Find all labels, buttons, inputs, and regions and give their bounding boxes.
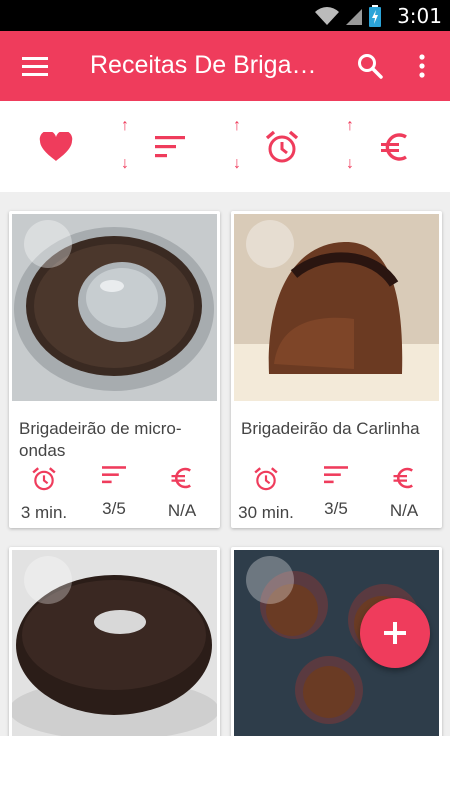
difficulty-stat: 3/5 <box>301 466 371 519</box>
search-button[interactable] <box>350 46 390 86</box>
sort-up-arrow[interactable]: ↑ <box>227 117 247 135</box>
sort-up-arrow[interactable]: ↑ <box>340 117 360 135</box>
alarm-clock-icon <box>32 467 56 491</box>
recipe-time: 3 min. <box>20 503 68 522</box>
menu-button[interactable] <box>14 45 56 87</box>
alarm-clock-icon <box>254 467 278 491</box>
plus-icon <box>384 622 406 644</box>
wifi-icon <box>315 7 339 25</box>
recipe-grid: Brigadeirão de micro-ondas 3 min. 3/5 N/… <box>0 192 450 800</box>
bottom-area <box>0 736 450 800</box>
recipe-card[interactable]: Brigadeirão de micro-ondas 3 min. 3/5 N/… <box>9 211 220 528</box>
sort-up-arrow[interactable]: ↑ <box>115 117 135 135</box>
status-icons <box>314 5 382 27</box>
sort-difficulty-icon <box>155 135 185 157</box>
overflow-menu-button[interactable] <box>404 46 440 86</box>
recipe-card[interactable]: Brigadeirão da Carlinha 30 min. 3/5 N/A <box>231 211 442 528</box>
sort-down-arrow[interactable]: ↓ <box>115 155 135 173</box>
cost-stat: N/A <box>147 466 217 521</box>
filter-bar: ↑ ↓ ↑ ↓ ↑ ↓ <box>0 101 450 192</box>
recipe-photo <box>12 550 217 737</box>
recipe-difficulty: 3/5 <box>324 499 348 518</box>
battery-icon <box>369 5 381 27</box>
difficulty-sort-arrows[interactable]: ↑ ↓ <box>115 117 135 177</box>
recipe-photo <box>234 214 439 401</box>
clock: 3:01 <box>397 4 442 28</box>
cost-sort-button[interactable] <box>375 101 415 192</box>
recipe-difficulty: 3/5 <box>102 499 126 518</box>
time-stat: 3 min. <box>9 466 79 523</box>
recipe-name: Brigadeirão de micro-ondas <box>19 419 182 460</box>
recipe-time: 30 min. <box>238 503 294 522</box>
time-stat: 30 min. <box>231 466 301 523</box>
difficulty-sort-button[interactable] <box>150 101 190 192</box>
alarm-clock-icon <box>265 130 299 162</box>
cost-sort-arrows[interactable]: ↑ ↓ <box>340 117 360 177</box>
status-bar: 3:01 <box>0 0 450 31</box>
add-recipe-button[interactable] <box>360 598 430 668</box>
time-sort-button[interactable] <box>262 101 302 192</box>
cost-stat: N/A <box>369 466 439 521</box>
euro-icon <box>393 467 413 489</box>
signal-icon <box>346 9 362 25</box>
more-vert-icon <box>419 54 425 78</box>
heart-icon <box>39 131 73 161</box>
time-sort-arrows[interactable]: ↑ ↓ <box>227 117 247 177</box>
recipe-cost: N/A <box>167 501 197 520</box>
sort-down-arrow[interactable]: ↓ <box>340 155 360 173</box>
search-icon <box>358 54 383 79</box>
recipe-cost: N/A <box>389 501 419 520</box>
favorites-filter-button[interactable] <box>28 101 84 192</box>
recipe-photo <box>12 214 217 401</box>
app-bar: Receitas De Brigadeiro <box>0 31 450 101</box>
sort-down-arrow[interactable]: ↓ <box>227 155 247 173</box>
page-title: Receitas De Brigadeiro <box>90 51 330 79</box>
euro-icon <box>381 132 407 161</box>
sort-difficulty-icon <box>324 466 348 484</box>
euro-icon <box>171 467 191 489</box>
difficulty-stat: 3/5 <box>79 466 149 519</box>
sort-difficulty-icon <box>102 466 126 484</box>
recipe-name: Brigadeirão da Carlinha <box>241 419 420 438</box>
hamburger-icon <box>22 57 48 76</box>
